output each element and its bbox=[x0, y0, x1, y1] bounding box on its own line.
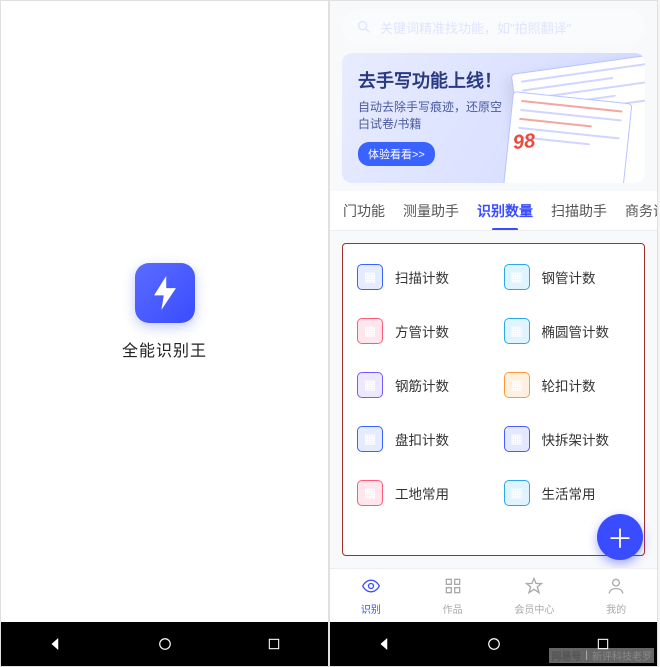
oval-pipe-icon: ▦ bbox=[504, 318, 530, 344]
feature-label: 快拆架计数 bbox=[542, 429, 610, 449]
category-tabs: 门功能测量助手识别数量扫描助手商务识别 bbox=[330, 191, 657, 231]
banner-score: 98 bbox=[512, 130, 537, 155]
disc-buckle-icon: ▦ bbox=[357, 426, 383, 452]
star-icon bbox=[524, 576, 544, 599]
feature-grid: ▦ 扫描计数 ▦ 钢管计数 ▦ 方管计数 ▦ 椭圆管计数 ▦ 钢筋计数 ▦ 轮扣计数 ▦ 盘扣计数 ▦ 快拆架… bbox=[347, 250, 640, 520]
bottomtab-label: 会员中心 bbox=[514, 601, 554, 616]
bottomtab-label: 作品 bbox=[443, 601, 463, 616]
bottomtab-label: 识别 bbox=[361, 601, 381, 616]
feature-label: 工地常用 bbox=[395, 483, 449, 503]
feature-label: 方管计数 bbox=[395, 321, 449, 341]
tab-2[interactable]: 识别数量 bbox=[468, 191, 542, 231]
eye-icon bbox=[361, 576, 381, 599]
feature-site-common[interactable]: ▦ 工地常用 bbox=[347, 466, 494, 520]
feature-label: 轮扣计数 bbox=[542, 375, 596, 395]
app-content: 关键词精准找功能，如"拍照翻译" 98 去手写功能上线！ 自动去除手写痕迹，还原… bbox=[330, 1, 657, 622]
life-common-icon: ▦ bbox=[504, 480, 530, 506]
phone-right: 关键词精准找功能，如"拍照翻译" 98 去手写功能上线！ 自动去除手写痕迹，还原… bbox=[329, 0, 658, 667]
feature-rebar[interactable]: ▦ 钢筋计数 bbox=[347, 358, 494, 412]
nav-back-icon[interactable] bbox=[376, 635, 394, 653]
feature-oval-pipe[interactable]: ▦ 椭圆管计数 bbox=[494, 304, 641, 358]
quick-frame-icon: ▦ bbox=[504, 426, 530, 452]
nav-back-icon[interactable] bbox=[47, 635, 65, 653]
feature-label: 椭圆管计数 bbox=[542, 321, 610, 341]
search-placeholder: 关键词精准找功能，如"拍照翻译" bbox=[380, 18, 571, 37]
feature-life-common[interactable]: ▦ 生活常用 bbox=[494, 466, 641, 520]
feature-quick-frame[interactable]: ▦ 快拆架计数 bbox=[494, 412, 641, 466]
user-icon bbox=[606, 576, 626, 599]
tab-1[interactable]: 测量助手 bbox=[394, 191, 468, 231]
search-input[interactable]: 关键词精准找功能，如"拍照翻译" bbox=[342, 9, 645, 45]
search-icon bbox=[356, 19, 372, 35]
feature-label: 钢管计数 bbox=[542, 267, 596, 287]
app-title: 全能识别王 bbox=[122, 337, 207, 361]
promo-banner[interactable]: 98 去手写功能上线！ 自动去除手写痕迹，还原空白试卷/书籍 体验看看>> bbox=[342, 53, 645, 183]
tab-3[interactable]: 扫描助手 bbox=[542, 191, 616, 231]
nav-home-icon[interactable] bbox=[485, 635, 503, 653]
feature-grid-container: ▦ 扫描计数 ▦ 钢管计数 ▦ 方管计数 ▦ 椭圆管计数 ▦ 钢筋计数 ▦ 轮扣计数 ▦ 盘扣计数 ▦ 快拆架… bbox=[342, 243, 645, 556]
tab-4[interactable]: 商务识别 bbox=[616, 191, 657, 231]
wheel-buckle-icon: ▦ bbox=[504, 372, 530, 398]
bottomtab-eye[interactable]: 识别 bbox=[330, 576, 412, 616]
watermark: 网易号 | 新评科技老罗 bbox=[549, 648, 654, 663]
watermark-brand: 网易号 bbox=[551, 648, 581, 663]
steel-pipe-icon: ▦ bbox=[504, 264, 530, 290]
bottomtab-label: 我的 bbox=[606, 601, 626, 616]
android-navbar bbox=[1, 622, 328, 666]
tab-0[interactable]: 门功能 bbox=[334, 191, 394, 231]
bottomtab-user[interactable]: 我的 bbox=[575, 576, 657, 616]
lightning-icon bbox=[150, 276, 180, 310]
site-common-icon: ▦ bbox=[357, 480, 383, 506]
feature-label: 生活常用 bbox=[542, 483, 596, 503]
grid-icon bbox=[443, 576, 463, 599]
watermark-author: 新评科技老罗 bbox=[592, 648, 652, 663]
banner-subtitle: 自动去除手写痕迹，还原空白试卷/书籍 bbox=[358, 99, 508, 134]
nav-recent-icon[interactable] bbox=[266, 636, 282, 652]
app-icon bbox=[135, 263, 195, 323]
fab-add-button[interactable]: ＋ bbox=[597, 514, 643, 560]
feature-label: 盘扣计数 bbox=[395, 429, 449, 449]
feature-label: 钢筋计数 bbox=[395, 375, 449, 395]
rebar-icon: ▦ bbox=[357, 372, 383, 398]
splash-screen: 全能识别王 bbox=[1, 1, 328, 622]
feature-label: 扫描计数 bbox=[395, 267, 449, 287]
square-pipe-icon: ▦ bbox=[357, 318, 383, 344]
feature-square-pipe[interactable]: ▦ 方管计数 bbox=[347, 304, 494, 358]
feature-disc-buckle[interactable]: ▦ 盘扣计数 bbox=[347, 412, 494, 466]
nav-home-icon[interactable] bbox=[156, 635, 174, 653]
bottom-tabbar: 识别 作品 会员中心 我的 bbox=[330, 568, 657, 622]
banner-cta-button[interactable]: 体验看看>> bbox=[358, 142, 435, 166]
feature-wheel-buckle[interactable]: ▦ 轮扣计数 bbox=[494, 358, 641, 412]
phone-left: 全能识别王 bbox=[0, 0, 329, 667]
feature-steel-pipe[interactable]: ▦ 钢管计数 bbox=[494, 250, 641, 304]
scan-count-icon: ▦ bbox=[357, 264, 383, 290]
bottomtab-star[interactable]: 会员中心 bbox=[494, 576, 576, 616]
feature-scan-count[interactable]: ▦ 扫描计数 bbox=[347, 250, 494, 304]
bottomtab-grid[interactable]: 作品 bbox=[412, 576, 494, 616]
